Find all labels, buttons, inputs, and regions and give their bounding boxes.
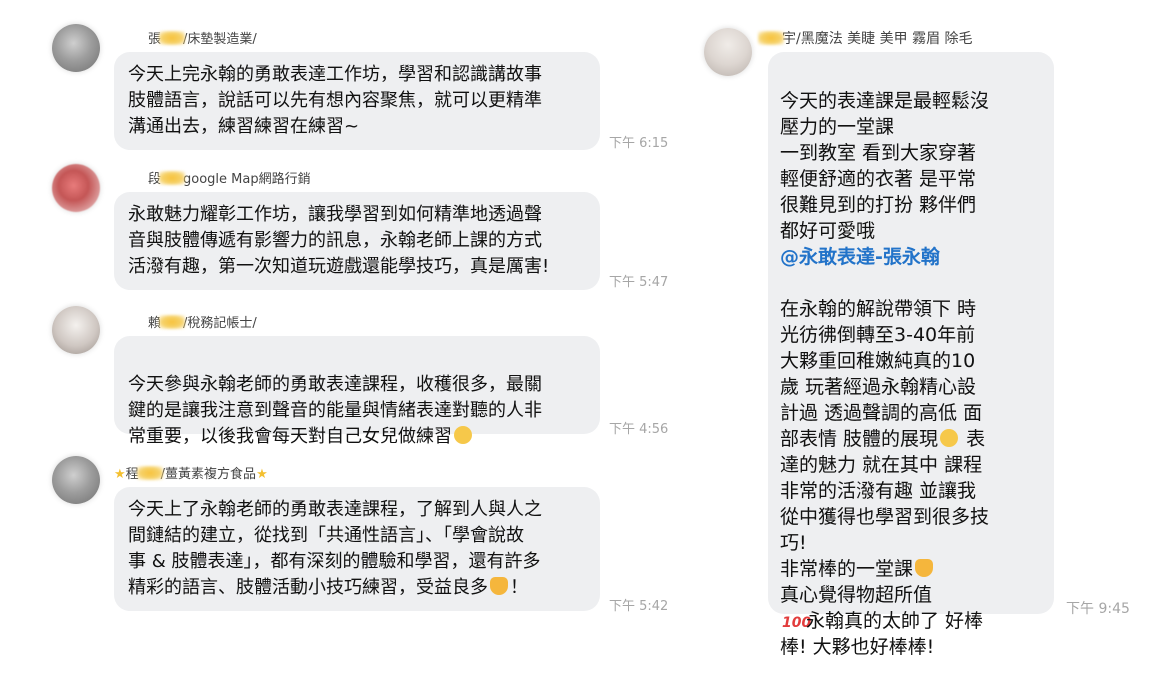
message-line: 事 & 肢體表達」，都有深刻的體驗和學習，還有許多 — [128, 551, 541, 572]
message-bubble[interactable]: 今天的表達課是最輕鬆沒 壓力的一堂課 一到教室 看到大家穿著 輕便舒適的衣著 是… — [768, 52, 1054, 658]
message-bubble[interactable]: 永敢魅力耀彰工作坊，讓我學習到如何精準地透過聲 音與肢體傳遞有影響力的訊息，永翰… — [114, 192, 600, 290]
star-emoji: ★ — [114, 467, 126, 482]
message-bubble[interactable]: 今天參與永翰老師的勇敢表達課程，收穫很多，最關 鍵的是讓我注意到聲音的能量與情緒… — [114, 336, 600, 447]
message-bubble[interactable]: 今天上完永翰的勇敢表達工作坊，學習和認識講故事 肢體語言，說話可以先有想內容聚焦… — [114, 52, 600, 150]
thumbs-up-emoji — [915, 559, 934, 577]
timestamp: 下午 5:42 — [609, 599, 669, 614]
grimacing-emoji — [940, 429, 959, 447]
message-text: 在永翰的解說帶領下 時 光彷彿倒轉至3-40年前 大夥重回稚嫩純真的10 歲 玩… — [780, 298, 983, 450]
sender-name: 段 google Map網路行銷 — [148, 171, 311, 187]
grinning-emoji — [454, 426, 472, 444]
mention-link[interactable]: @永敢表達-張永翰 — [780, 244, 1042, 270]
message-text: 表 達的魅力 就在其中 課程 非常的活潑有趣 並讓我 從中獲得也學習到很多技 巧… — [780, 428, 990, 580]
message-line: 間鏈結的建立，從找到「共通性語言」、「學會說故 — [128, 525, 524, 546]
avatar[interactable] — [704, 28, 752, 76]
message-text: 真心覺得物超所值 — [780, 584, 933, 606]
message-text: 今天參與永翰老師的勇敢表達課程，收穫很多，最關 鍵的是讓我注意到聲音的能量與情緒… — [128, 374, 542, 447]
hundred-points-emoji: 100 — [782, 615, 812, 631]
message-bubble[interactable]: 今天上了永翰老師的勇敢表達課程，了解到人與人之 間鏈結的建立，從找到「共通性語言… — [114, 487, 600, 611]
avatar[interactable] — [52, 24, 100, 72]
timestamp: 下午 4:56 — [609, 422, 669, 437]
avatar[interactable] — [52, 456, 100, 504]
sender-name: ★程/薑黃素複方食品★ — [114, 466, 268, 482]
message-text: 永翰真的太帥了 好棒 棒! 大夥也好棒棒! — [780, 610, 984, 658]
sender-name: 賴/稅務記帳士/ — [148, 315, 257, 331]
sender-name: 張/床墊製造業/ — [148, 31, 257, 47]
message-end: ！ — [510, 577, 528, 598]
timestamp: 下午 5:47 — [609, 275, 669, 290]
message-text: 今天的表達課是最輕鬆沒 壓力的一堂課 一到教室 看到大家穿著 輕便舒適的衣著 是… — [780, 90, 990, 242]
message-line: 今天上了永翰老師的勇敢表達課程，了解到人與人之 — [128, 499, 542, 520]
avatar[interactable] — [52, 306, 100, 354]
timestamp: 下午 9:45 — [1066, 601, 1130, 617]
star-emoji: ★ — [256, 467, 268, 482]
thumbs-up-emoji — [490, 577, 508, 595]
avatar[interactable] — [52, 164, 100, 212]
sender-name: 宇/黑魔法 美睫 美甲 霧眉 除毛 — [758, 28, 973, 48]
timestamp: 下午 6:15 — [609, 136, 669, 151]
message-line: 精彩的語言、肢體活動小技巧練習，受益良多 — [128, 577, 488, 598]
